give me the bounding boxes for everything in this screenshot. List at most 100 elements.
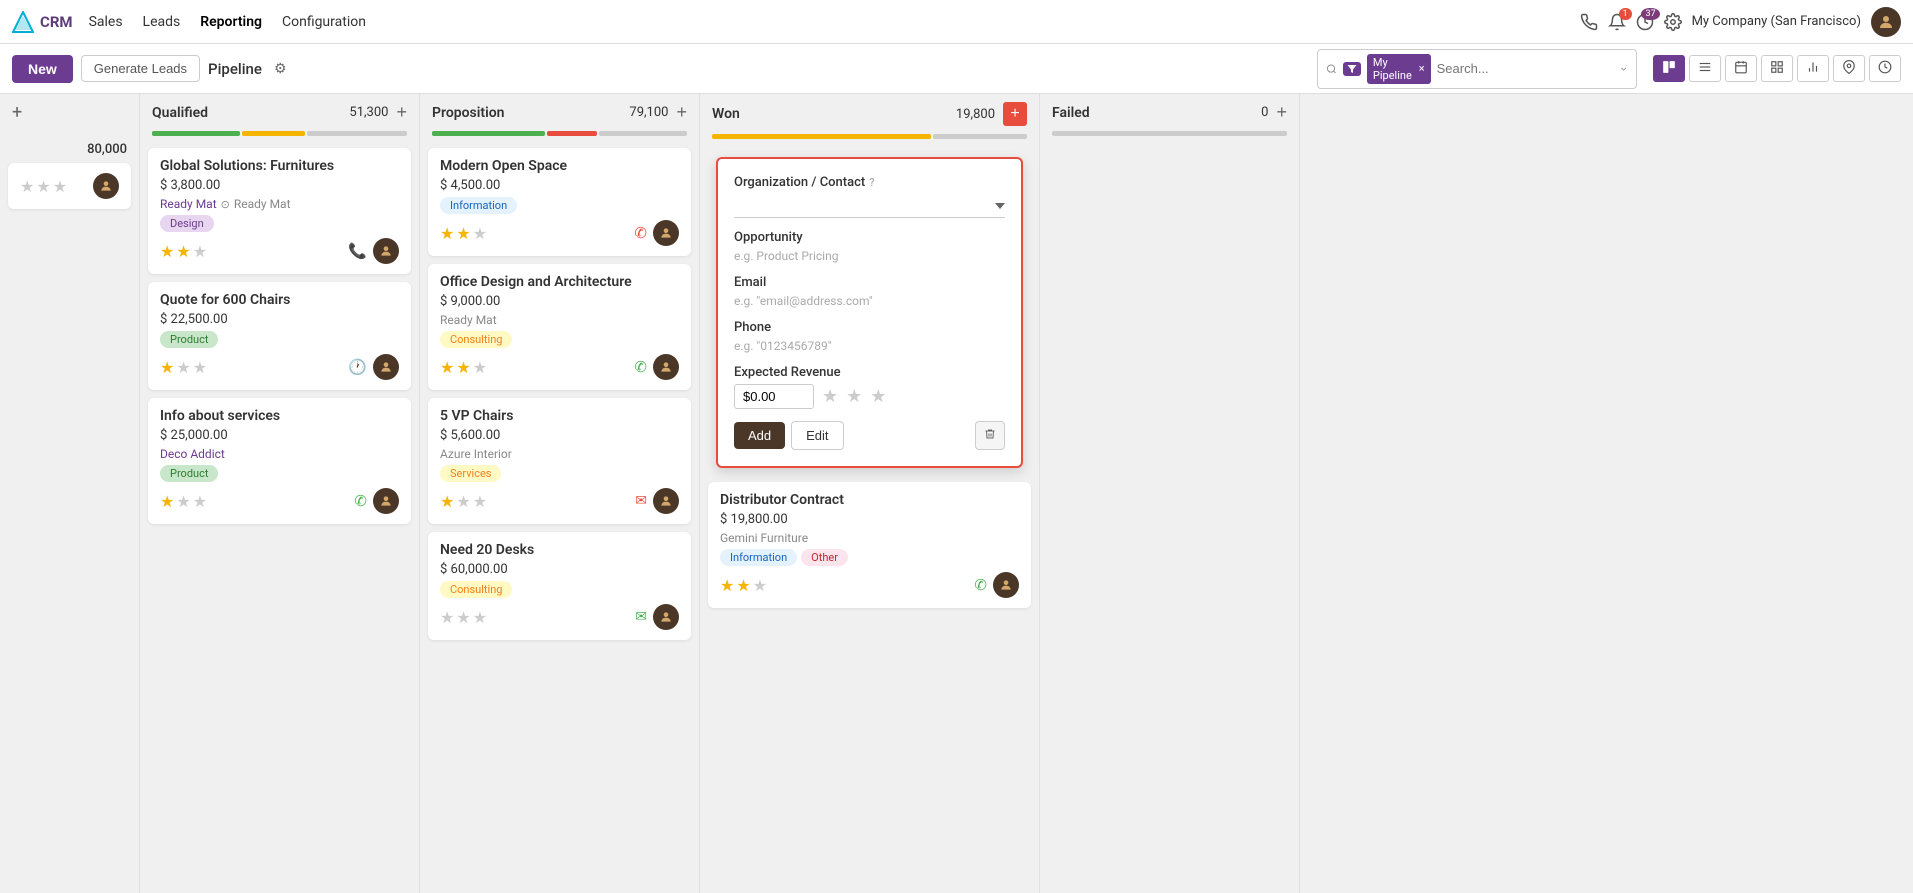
chart-view-btn[interactable] [1797,55,1829,82]
card-avatar [653,488,679,514]
rev-star-2[interactable]: ★ [846,386,862,407]
clock-action-icon[interactable]: 🕐 [348,358,367,376]
col-total-proposition: 79,100 [629,105,668,120]
col-add-proposition[interactable]: + [676,102,687,123]
generate-leads-button[interactable]: Generate Leads [81,55,200,82]
progress-seg-green [152,131,240,136]
card-actions: ✆ [634,220,679,246]
col-add-failed[interactable]: + [1276,102,1287,123]
avatar-icon [1877,13,1895,31]
col-progress-failed [1052,131,1287,136]
col-add-qualified[interactable]: + [396,102,407,123]
card-stars: ★ ★ ★ [720,576,767,595]
delete-button[interactable] [975,421,1005,450]
progress-seg-yellow [242,131,305,136]
menu-leads[interactable]: Leads [143,14,181,30]
brand-name: CRM [40,13,73,31]
phone-action-icon[interactable]: 📞 [348,242,367,260]
progress-seg-red [547,131,597,136]
kanban-view-btn[interactable] [1653,55,1685,82]
search-icon [1326,62,1337,76]
table-row[interactable]: Need 20 Desks $ 60,000.00 Consulting ★ ★… [428,532,691,640]
email-label: Email [734,275,1005,290]
mail-action-icon[interactable]: ✉ [635,609,647,625]
filter-tag-remove[interactable]: × [1419,62,1425,75]
calendar-icon [1734,60,1748,74]
kanban-board: + 80,000 ★ ★ ★ Qualified [0,94,1913,893]
org-contact-select[interactable] [734,194,1005,218]
table-row[interactable]: Info about services $ 25,000.00 Deco Add… [148,398,411,524]
star-2: ★ [36,177,50,196]
phone-action-icon[interactable]: ✆ [354,492,367,510]
col-header-partial: + [0,94,139,131]
email-placeholder: e.g. "email@address.com" [734,294,1005,308]
col-add-won[interactable]: + [1003,102,1027,126]
col-total-won: 19,800 [956,107,995,122]
card-partial-1[interactable]: ★ ★ ★ [8,163,131,209]
progress-seg-yellow [712,134,931,139]
menu-reporting[interactable]: Reporting [200,14,262,30]
search-input[interactable] [1437,61,1613,76]
phone-action-icon[interactable]: ✆ [974,576,987,594]
map-view-btn[interactable] [1833,55,1865,82]
phone-icon-btn[interactable] [1580,13,1598,31]
card-avatar [373,488,399,514]
filter-funnel-icon [1343,62,1361,76]
revenue-input[interactable] [734,384,814,409]
pipeline-settings-icon[interactable]: ⚙ [274,61,287,77]
table-row[interactable]: Quote for 600 Chairs $ 22,500.00 Product… [148,282,411,390]
menu-sales[interactable]: Sales [89,14,123,30]
grid-view-btn[interactable] [1761,55,1793,82]
phone-action-icon[interactable]: ✆ [634,224,647,242]
card-footer-partial: ★ ★ ★ [20,173,119,199]
list-view-btn[interactable] [1689,55,1721,82]
table-row[interactable]: Modern Open Space $ 4,500.00 Information… [428,148,691,256]
kanban-col-partial: + 80,000 ★ ★ ★ [0,94,140,893]
rev-star-1[interactable]: ★ [822,386,838,407]
card-stars: ★ ★ ★ [160,242,207,261]
table-row[interactable]: Distributor Contract $ 19,800.00 Gemini … [708,482,1031,608]
edit-button[interactable]: Edit [791,421,843,450]
filter-tag[interactable]: My Pipeline × [1367,54,1431,84]
pipeline-title: Pipeline [208,60,262,78]
card-avatar [653,220,679,246]
calendar-view-btn[interactable] [1725,55,1757,82]
tag-information: Information [720,549,797,566]
mail-action-icon[interactable]: ✉ [635,493,647,509]
clock-view-btn[interactable] [1869,55,1901,82]
tag-product: Product [160,465,218,482]
card-actions: ✉ [635,604,679,630]
revenue-row: ★ ★ ★ [734,384,1005,409]
table-row[interactable]: 5 VP Chairs $ 5,600.00 Azure Interior Se… [428,398,691,524]
add-button[interactable]: Add [734,422,785,449]
top-navigation: CRM Sales Leads Reporting Configuration … [0,0,1913,44]
activity-btn[interactable]: 37 [1636,13,1654,31]
menu-configuration[interactable]: Configuration [282,14,366,30]
kanban-col-proposition: Proposition 79,100 + Modern Open Space $… [420,94,700,893]
kanban-col-failed: Failed 0 + [1040,94,1300,893]
card-tags: Services [440,465,679,482]
tag-design: Design [160,215,214,232]
cards-partial: ★ ★ ★ [0,157,139,893]
phone-action-icon[interactable]: ✆ [634,358,647,376]
settings-btn[interactable] [1664,13,1682,31]
new-button[interactable]: New [12,55,73,83]
col-add-partial[interactable]: + [12,102,22,123]
card-avatar [653,604,679,630]
card-company: Ready Mat [160,197,217,211]
col-header-qualified: Qualified 51,300 + [140,94,419,131]
org-contact-label: Organization / Contact ? [734,175,1005,190]
table-row[interactable]: Office Design and Architecture $ 9,000.0… [428,264,691,390]
notification-btn[interactable]: 1 [1608,13,1626,31]
brand-logo[interactable]: CRM [12,11,73,33]
user-avatar[interactable] [1871,7,1901,37]
table-row[interactable]: Global Solutions: Furnitures $ 3,800.00 … [148,148,411,274]
card-amount: $ 9,000.00 [440,294,679,309]
card-avatar-partial [93,173,119,199]
card-title: 5 VP Chairs [440,408,679,424]
card-title: Modern Open Space [440,158,679,174]
activity-badge: 37 [1641,8,1659,21]
rev-star-3[interactable]: ★ [870,386,886,407]
search-dropdown-icon[interactable] [1619,63,1628,75]
toolbar: New Generate Leads Pipeline ⚙ My Pipelin… [0,44,1913,94]
